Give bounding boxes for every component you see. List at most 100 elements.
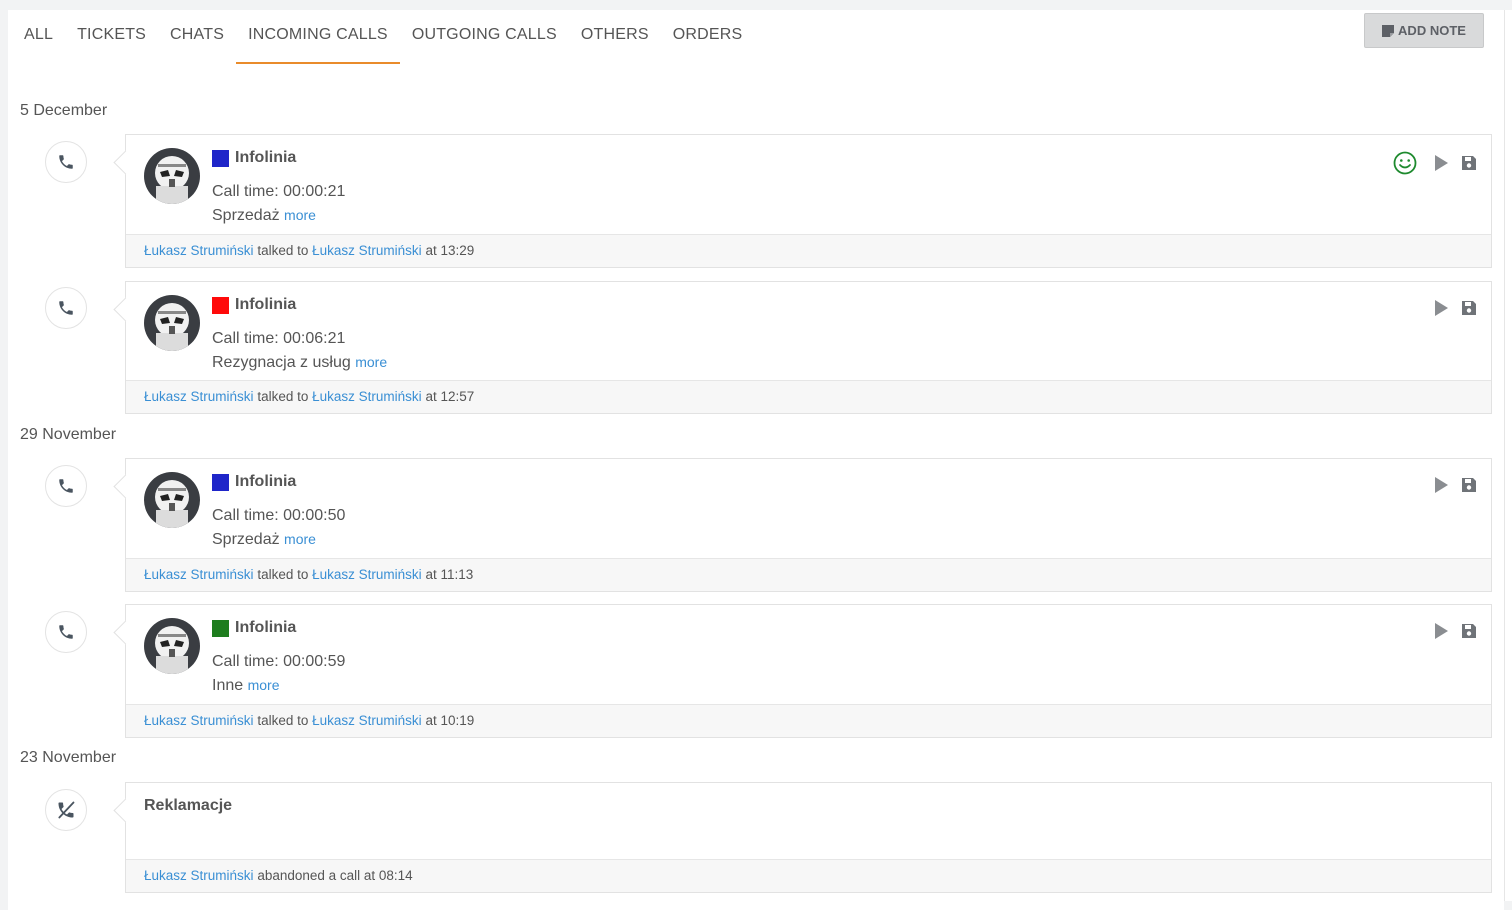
call-footer: Łukasz Strumiński talked to Łukasz Strum… [126,234,1491,267]
call-actions [1393,151,1479,175]
add-note-label: ADD NOTE [1398,23,1466,38]
call-reason: Rezygnacja z usług more [212,354,387,372]
note-icon [1382,24,1395,37]
call-card: Infolinia Call time: 00:00:50 Sprzedaż m… [125,458,1492,592]
call-actions [1431,298,1479,318]
call-title-row: Infolinia [212,149,296,167]
timeline-missed-call-icon [45,789,87,831]
avatar [144,472,200,528]
footer-text: abandoned a call at 08:14 [257,868,413,883]
timeline-phone-icon [45,465,87,507]
footer-verb: talked to [257,243,309,258]
phone-icon [59,479,73,493]
call-reason-text: Rezygnacja z usług [212,354,351,371]
call-title: Infolinia [235,619,297,636]
play-icon[interactable] [1431,475,1451,495]
more-link[interactable]: more [284,207,316,223]
call-title: Infolinia [235,296,297,313]
stormtrooper-avatar-icon [144,618,200,674]
tab-others[interactable]: OTHERS [569,18,661,64]
call-reason-text: Sprzedaż [212,531,280,548]
footer-time: at 13:29 [425,243,475,258]
avatar [144,295,200,351]
tab-all[interactable]: ALL [12,18,65,64]
stormtrooper-avatar-icon [144,295,200,351]
avatar [144,618,200,674]
queue-color-swatch [212,296,229,314]
customer-link[interactable]: Łukasz Strumiński [312,243,422,258]
timeline-phone-icon [45,287,87,329]
customer-link[interactable]: Łukasz Strumiński [312,389,422,404]
date-header: 23 November [20,749,117,766]
footer-verb: talked to [257,713,309,728]
timeline-phone-icon [45,141,87,183]
call-footer: Łukasz Strumiński abandoned a call at 08… [126,859,1491,892]
call-card: Infolinia Call time: 00:00:21 Sprzedaż m… [125,134,1492,268]
save-icon[interactable] [1459,621,1479,641]
more-link[interactable]: more [284,531,316,547]
call-footer: Łukasz Strumiński talked to Łukasz Strum… [126,380,1491,413]
call-title: Reklamacje [144,797,233,814]
agent-link[interactable]: Łukasz Strumiński [144,243,254,258]
tab-tickets[interactable]: TICKETS [65,18,158,64]
queue-color-swatch [212,473,229,491]
agent-link[interactable]: Łukasz Strumiński [144,713,254,728]
call-title-row: Infolinia [212,296,296,314]
phone-icon [59,625,73,639]
call-actions [1431,621,1479,641]
play-icon[interactable] [1431,298,1451,318]
phone-icon [59,301,73,315]
stormtrooper-avatar-icon [144,472,200,528]
add-note-button[interactable]: ADD NOTE [1364,13,1484,48]
agent-link[interactable]: Łukasz Strumiński [144,567,254,582]
call-time: Call time: 00:06:21 [212,330,346,347]
more-link[interactable]: more [355,354,387,370]
queue-color-swatch [212,619,229,637]
call-reason: Inne more [212,677,280,695]
call-reason-text: Inne [212,677,244,694]
queue-color-swatch [212,149,229,167]
customer-link[interactable]: Łukasz Strumiński [312,713,422,728]
tab-outgoing-calls[interactable]: OUTGOING CALLS [400,18,569,64]
tab-incoming-calls[interactable]: INCOMING CALLS [236,18,400,64]
tab-chats[interactable]: CHATS [158,18,236,64]
call-time: Call time: 00:00:21 [212,183,346,200]
call-time: Call time: 00:00:50 [212,507,346,524]
call-title-row: Infolinia [212,619,296,637]
call-title-row: Infolinia [212,473,296,491]
date-header: 5 December [20,102,108,119]
more-link[interactable]: more [248,677,280,693]
call-time: Call time: 00:00:59 [212,653,346,670]
call-card: Infolinia Call time: 00:06:21 Rezygnacja… [125,281,1492,414]
call-card: Infolinia Call time: 00:00:59 Inne more … [125,604,1492,738]
call-footer: Łukasz Strumiński talked to Łukasz Strum… [126,704,1491,737]
call-title: Infolinia [235,149,297,166]
tab-orders[interactable]: ORDERS [661,18,755,64]
footer-verb: talked to [257,567,309,582]
play-icon[interactable] [1431,621,1451,641]
phone-icon [59,155,73,169]
save-icon[interactable] [1459,475,1479,495]
stormtrooper-avatar-icon [144,148,200,204]
abandoned-call-card: Reklamacje Łukasz Strumiński abandoned a… [125,782,1492,893]
call-reason-text: Sprzedaż [212,207,280,224]
customer-link[interactable]: Łukasz Strumiński [312,567,422,582]
save-icon[interactable] [1459,153,1479,173]
footer-time: at 12:57 [425,389,475,404]
footer-verb: talked to [257,389,309,404]
agent-link[interactable]: Łukasz Strumiński [144,389,254,404]
phone-missed-icon [58,801,75,819]
smiley-icon[interactable] [1393,151,1417,175]
right-scroll-edge [1504,10,1512,901]
footer-time: at 10:19 [425,713,475,728]
footer-time: at 11:13 [425,567,474,582]
agent-link[interactable]: Łukasz Strumiński [144,868,254,883]
call-reason: Sprzedaż more [212,207,316,225]
call-title: Infolinia [235,473,297,490]
call-reason: Sprzedaż more [212,531,316,549]
avatar [144,148,200,204]
play-icon[interactable] [1431,153,1451,173]
tab-bar: ALL TICKETS CHATS INCOMING CALLS OUTGOIN… [12,18,754,64]
timeline-phone-icon [45,611,87,653]
save-icon[interactable] [1459,298,1479,318]
